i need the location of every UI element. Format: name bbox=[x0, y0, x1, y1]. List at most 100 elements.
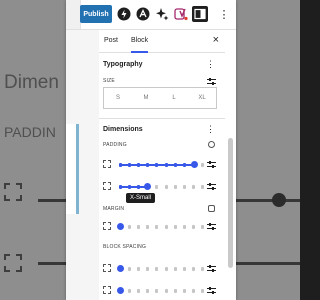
slider-step-mark bbox=[165, 185, 168, 189]
slider-step-mark bbox=[137, 163, 140, 167]
slider-step-mark bbox=[174, 185, 177, 189]
padding-top-slider[interactable] bbox=[119, 161, 204, 168]
slider-thumb[interactable] bbox=[117, 265, 124, 272]
section-divider bbox=[99, 118, 225, 119]
slider-step-mark bbox=[174, 267, 177, 271]
slider-step-mark bbox=[165, 289, 168, 293]
ai-icon[interactable] bbox=[135, 6, 151, 22]
slider-step-mark bbox=[183, 185, 186, 189]
slider-step-mark bbox=[201, 289, 204, 293]
dimensions-options-icon[interactable]: ⋮ bbox=[206, 125, 215, 134]
slider-step-mark bbox=[119, 163, 122, 167]
slider-step-mark bbox=[183, 225, 186, 229]
margin-custom-icon[interactable] bbox=[207, 222, 216, 230]
padding-label: PADDING bbox=[103, 142, 127, 148]
margin-label: MARGIN bbox=[103, 206, 125, 212]
slider-thumb[interactable] bbox=[117, 287, 124, 294]
slider-step-mark bbox=[192, 267, 195, 271]
tab-block[interactable]: Block bbox=[131, 30, 149, 53]
link-sides-icon[interactable] bbox=[208, 205, 215, 212]
slider-step-mark bbox=[201, 185, 204, 189]
font-size-option[interactable]: S bbox=[104, 88, 132, 108]
slider-thumb[interactable] bbox=[117, 223, 124, 230]
slider-step-mark bbox=[192, 289, 195, 293]
padding-bottom-side-icon bbox=[103, 182, 111, 190]
dimensions-title: Dimensions bbox=[103, 126, 143, 133]
jetpack-icon[interactable] bbox=[116, 6, 132, 22]
top-toolbar: Publish ⋮ bbox=[66, 0, 236, 30]
slider-step-mark bbox=[155, 163, 158, 167]
publish-button[interactable]: Publish bbox=[80, 5, 112, 23]
slider-step-mark bbox=[201, 163, 204, 167]
slider-step-mark bbox=[155, 185, 158, 189]
slider-step-mark bbox=[174, 163, 177, 167]
block-spacing-label: BLOCK SPACING bbox=[103, 244, 147, 250]
slider-step-mark bbox=[155, 289, 158, 293]
yoast-icon[interactable] bbox=[173, 6, 189, 22]
slider-step-mark bbox=[146, 225, 149, 229]
padding-top-side-icon bbox=[103, 160, 111, 168]
slider-step-mark bbox=[119, 185, 122, 189]
slider-step-mark bbox=[183, 267, 186, 271]
slider-step-mark bbox=[128, 289, 131, 293]
slider-step-mark bbox=[137, 185, 140, 189]
slider-step-mark bbox=[201, 267, 204, 271]
tab-post[interactable]: Post bbox=[104, 30, 118, 52]
block-spacing-slider[interactable] bbox=[117, 287, 204, 294]
slider-thumb[interactable] bbox=[191, 161, 198, 168]
slider-fill bbox=[120, 186, 147, 188]
slider-thumb[interactable] bbox=[144, 183, 151, 190]
slider-step-mark bbox=[137, 225, 140, 229]
more-vertical-icon[interactable]: ⋮ bbox=[216, 6, 232, 22]
sidebar-toggle-icon[interactable] bbox=[192, 6, 208, 22]
close-icon[interactable]: × bbox=[213, 34, 219, 46]
font-size-option[interactable]: XL bbox=[188, 88, 216, 108]
slider-step-mark bbox=[137, 267, 140, 271]
scrollbar-thumb[interactable] bbox=[228, 138, 233, 268]
font-size-option[interactable]: M bbox=[132, 88, 160, 108]
custom-size-icon[interactable] bbox=[207, 77, 216, 85]
padding-bottom-custom-icon[interactable] bbox=[207, 182, 216, 190]
padding-bottom-slider[interactable] bbox=[119, 183, 204, 190]
block-spacing-side-icon bbox=[103, 286, 111, 294]
slider-step-mark bbox=[128, 185, 131, 189]
slider-step-mark bbox=[192, 185, 195, 189]
block-spacing-slider[interactable] bbox=[117, 265, 204, 272]
unlink-sides-icon[interactable] bbox=[208, 141, 215, 148]
slider-step-mark bbox=[155, 267, 158, 271]
slider-step-mark bbox=[146, 289, 149, 293]
slider-step-mark bbox=[155, 225, 158, 229]
sparkle-icon[interactable] bbox=[154, 6, 170, 22]
editor-window: Publish ⋮ Post Block × Typography ⋮ SIZE bbox=[66, 0, 236, 300]
font-size-option[interactable]: L bbox=[160, 88, 188, 108]
block-spacing-custom-icon[interactable] bbox=[207, 286, 216, 294]
slider-step-mark bbox=[146, 267, 149, 271]
slider-step-mark bbox=[146, 163, 149, 167]
slider-step-mark bbox=[128, 267, 131, 271]
slider-tooltip: X-Small bbox=[126, 193, 156, 203]
settings-sidebar: Post Block × Typography ⋮ SIZE S M L XL … bbox=[99, 30, 225, 300]
padding-top-custom-icon[interactable] bbox=[207, 160, 216, 168]
editor-canvas-edge bbox=[66, 30, 100, 300]
slider-step-mark bbox=[165, 225, 168, 229]
font-size-picker: S M L XL bbox=[103, 87, 217, 109]
slider-step-mark bbox=[165, 267, 168, 271]
slider-step-mark bbox=[174, 289, 177, 293]
typography-options-icon[interactable]: ⋮ bbox=[206, 60, 215, 69]
slider-step-mark bbox=[201, 225, 204, 229]
sidebar-scrollbar[interactable] bbox=[226, 30, 236, 300]
slider-step-mark bbox=[183, 163, 186, 167]
typography-title: Typography bbox=[103, 61, 143, 68]
margin-slider[interactable] bbox=[117, 223, 204, 230]
slider-step-mark bbox=[137, 289, 140, 293]
slider-step-mark bbox=[192, 225, 195, 229]
slider-step-mark bbox=[183, 289, 186, 293]
block-spacing-custom-icon[interactable] bbox=[207, 264, 216, 272]
canvas-block-highlight bbox=[76, 124, 79, 214]
slider-step-mark bbox=[174, 225, 177, 229]
slider-step-mark bbox=[128, 163, 131, 167]
block-spacing-side-icon bbox=[103, 264, 111, 272]
margin-side-icon bbox=[103, 222, 111, 230]
slider-step-mark bbox=[165, 163, 168, 167]
document-edge bbox=[66, 0, 81, 29]
